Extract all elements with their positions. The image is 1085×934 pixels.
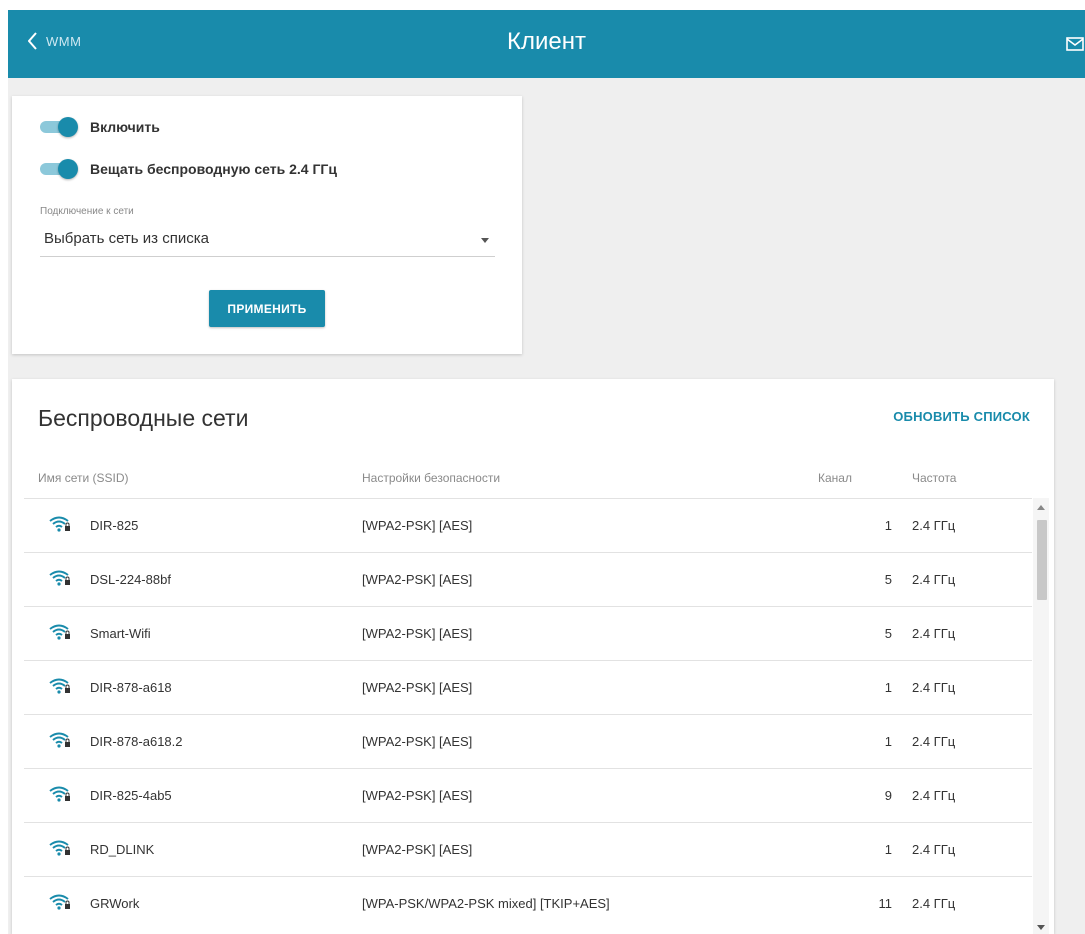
security-cell: [WPA-PSK/WPA2-PSK mixed] [TKIP+AES]: [362, 896, 610, 911]
broadcast-toggle[interactable]: [40, 158, 78, 180]
channel-cell: 1: [884, 518, 892, 533]
scrollbar-thumb[interactable]: [1037, 520, 1047, 600]
channel-cell: 9: [884, 788, 892, 803]
table-row[interactable]: DIR-878-a618.2 [WPA2-PSK] [AES] 1 2.4 ГГц: [24, 714, 1032, 768]
table-row[interactable]: DIR-878-a618 [WPA2-PSK] [AES] 1 2.4 ГГц: [24, 660, 1032, 714]
toggle-knob: [58, 159, 78, 179]
security-cell: [WPA2-PSK] [AES]: [362, 518, 473, 533]
broadcast-label: Вещать беспроводную сеть 2.4 ГГц: [90, 161, 337, 177]
security-cell: [WPA2-PSK] [AES]: [362, 572, 473, 587]
wifi-lock-icon: [49, 570, 70, 586]
channel-cell: 11: [878, 896, 893, 911]
scroll-down-icon[interactable]: [1037, 925, 1045, 930]
enable-label: Включить: [90, 119, 160, 135]
wifi-lock-icon: [49, 840, 70, 856]
toggle-knob: [58, 117, 78, 137]
wifi-lock-icon: [49, 894, 70, 910]
channel-cell: 1: [884, 680, 892, 695]
ssid-cell: DIR-878-a618.2: [90, 734, 183, 749]
column-header-ssid[interactable]: Имя сети (SSID): [38, 471, 129, 485]
refresh-list-button[interactable]: ОБНОВИТЬ СПИСОК: [893, 409, 1030, 424]
client-settings-card: Включить Вещать беспроводную сеть 2.4 ГГ…: [12, 96, 522, 354]
security-cell: [WPA2-PSK] [AES]: [362, 626, 473, 641]
security-cell: [WPA2-PSK] [AES]: [362, 680, 473, 695]
table-row[interactable]: DIR-825-4ab5 [WPA2-PSK] [AES] 9 2.4 ГГц: [24, 768, 1032, 822]
enable-toggle[interactable]: [40, 116, 78, 138]
frequency-cell: 2.4 ГГц: [912, 896, 956, 911]
table-row[interactable]: Smart-Wifi [WPA2-PSK] [AES] 5 2.4 ГГц: [24, 606, 1032, 660]
networks-title: Беспроводные сети: [38, 405, 249, 431]
security-cell: [WPA2-PSK] [AES]: [362, 734, 473, 749]
wifi-lock-icon: [49, 678, 70, 694]
channel-cell: 1: [884, 734, 892, 749]
column-header-channel[interactable]: Канал: [818, 471, 852, 485]
table-row[interactable]: DSL-224-88bf [WPA2-PSK] [AES] 5 2.4 ГГц: [24, 552, 1032, 606]
channel-cell: 5: [884, 626, 892, 641]
ssid-cell: DIR-825-4ab5: [90, 788, 172, 803]
frequency-cell: 2.4 ГГц: [912, 572, 956, 587]
wifi-lock-icon: [49, 786, 70, 802]
broadcast-toggle-row[interactable]: Вещать беспроводную сеть 2.4 ГГц: [40, 158, 337, 180]
channel-cell: 5: [884, 572, 892, 587]
ssid-cell: DIR-878-a618: [90, 680, 172, 695]
ssid-cell: GRWork: [90, 896, 140, 911]
connection-caption: Подключение к сети: [40, 206, 134, 217]
page-title: Клиент: [507, 28, 586, 55]
frequency-cell: 2.4 ГГц: [912, 788, 956, 803]
security-cell: [WPA2-PSK] [AES]: [362, 842, 473, 857]
wifi-lock-icon: [49, 732, 70, 748]
header-bar: WMM Клиент: [8, 10, 1085, 78]
frequency-cell: 2.4 ГГц: [912, 842, 956, 857]
frequency-cell: 2.4 ГГц: [912, 626, 956, 641]
frequency-cell: 2.4 ГГц: [912, 680, 956, 695]
connection-select[interactable]: Выбрать сеть из списка: [40, 226, 495, 257]
wireless-networks-card: Беспроводные сети ОБНОВИТЬ СПИСОК Имя се…: [12, 379, 1054, 934]
ssid-cell: RD_DLINK: [90, 842, 155, 857]
channel-cell: 1: [884, 842, 892, 857]
mail-icon[interactable]: [1065, 34, 1085, 54]
networks-table-body: DIR-825 [WPA2-PSK] [AES] 1 2.4 ГГц DSL-224-8…: [12, 498, 1032, 934]
wifi-lock-icon: [49, 624, 70, 640]
scroll-up-icon[interactable]: [1037, 505, 1045, 510]
connection-select-value: Выбрать сеть из списка: [44, 230, 209, 247]
column-header-frequency[interactable]: Частота: [912, 471, 956, 485]
ssid-cell: DSL-224-88bf: [90, 572, 171, 587]
table-row[interactable]: RD_DLINK [WPA2-PSK] [AES] 1 2.4 ГГц: [24, 822, 1032, 876]
apply-button[interactable]: ПРИМЕНИТЬ: [209, 290, 325, 327]
caret-down-icon: [481, 238, 489, 243]
ssid-cell: Smart-Wifi: [90, 626, 151, 641]
wifi-lock-icon: [49, 516, 70, 532]
column-header-security[interactable]: Настройки безопасности: [362, 471, 500, 485]
table-row[interactable]: DIR-825 [WPA2-PSK] [AES] 1 2.4 ГГц: [24, 498, 1032, 552]
table-row[interactable]: GRWork [WPA-PSK/WPA2-PSK mixed] [TKIP+AES…: [24, 876, 1032, 930]
frequency-cell: 2.4 ГГц: [912, 734, 956, 749]
enable-toggle-row[interactable]: Включить: [40, 116, 160, 138]
table-scrollbar[interactable]: [1033, 498, 1049, 934]
security-cell: [WPA2-PSK] [AES]: [362, 788, 473, 803]
ssid-cell: DIR-825: [90, 518, 139, 533]
frequency-cell: 2.4 ГГц: [912, 518, 956, 533]
table-header: Имя сети (SSID) Настройки безопасности К…: [12, 467, 1032, 497]
